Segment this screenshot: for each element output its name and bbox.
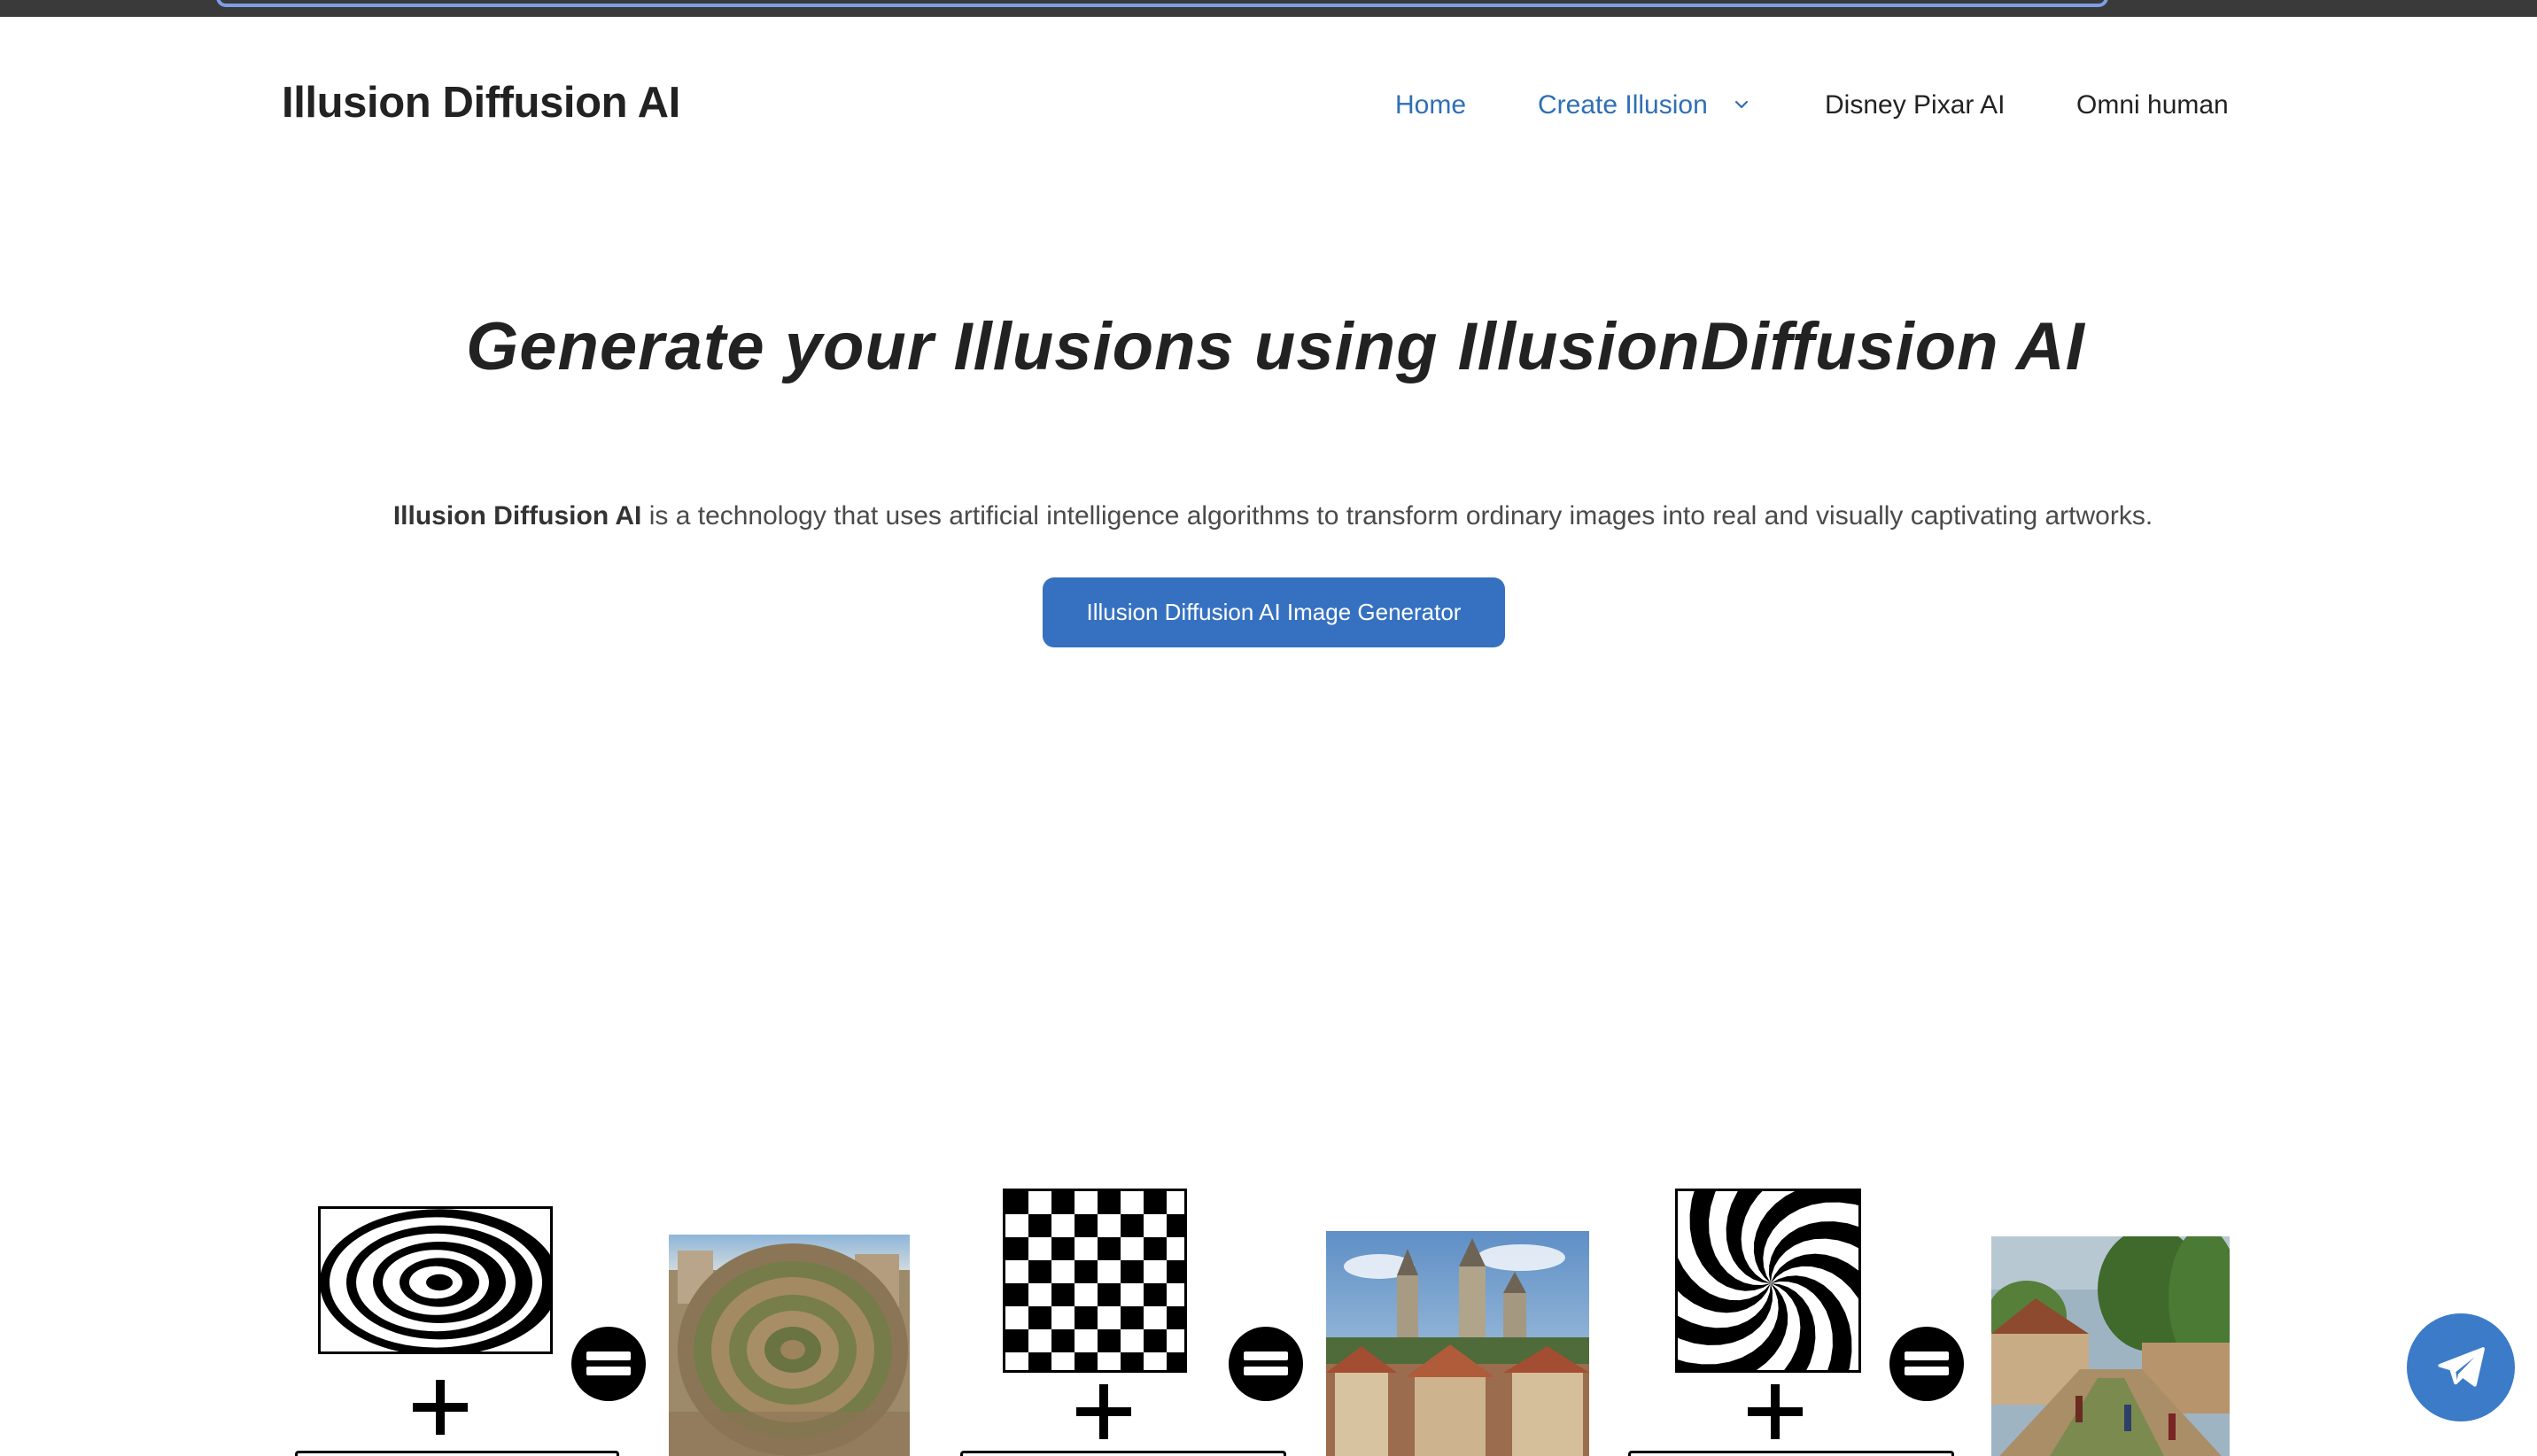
prompt-input[interactable] bbox=[1628, 1451, 1954, 1456]
spiral-pattern-image bbox=[318, 1206, 553, 1354]
prompt-input[interactable] bbox=[295, 1451, 619, 1456]
plus-icon bbox=[1076, 1384, 1131, 1439]
image-generator-button[interactable]: Illusion Diffusion AI Image Generator bbox=[1043, 577, 1505, 647]
plus-icon bbox=[413, 1380, 468, 1435]
castle-town-artwork bbox=[1326, 1231, 1589, 1456]
main-nav: Home Create Illusion Disney Pixar AI Omn… bbox=[0, 90, 2537, 126]
intro-text: Illusion Diffusion AI is a technology th… bbox=[0, 501, 2537, 531]
nav-disney-pixar-ai[interactable]: Disney Pixar AI bbox=[1825, 90, 2005, 120]
page-title: Generate your Illusions using IllusionDi… bbox=[466, 309, 2085, 384]
equals-icon bbox=[571, 1327, 646, 1401]
telegram-icon bbox=[2438, 1347, 2485, 1387]
plus-icon bbox=[1748, 1384, 1803, 1439]
nav-omni-human[interactable]: Omni human bbox=[2076, 90, 2229, 120]
nav-create-illusion[interactable]: Create Illusion bbox=[1538, 90, 1749, 120]
spiral-village-artwork bbox=[669, 1235, 910, 1456]
nav-home[interactable]: Home bbox=[1395, 90, 1466, 120]
equals-icon bbox=[1889, 1327, 1964, 1401]
village-street-artwork bbox=[1991, 1236, 2230, 1456]
top-search-pill[interactable] bbox=[216, 0, 2108, 7]
checkerboard-pattern-image bbox=[1003, 1189, 1187, 1373]
chevron-down-icon[interactable] bbox=[1731, 94, 1752, 115]
prompt-input[interactable] bbox=[960, 1451, 1286, 1456]
equals-icon bbox=[1229, 1327, 1303, 1401]
intro-description: is a technology that uses artificial int… bbox=[641, 501, 2153, 531]
top-bar bbox=[0, 0, 2537, 17]
nav-create-illusion-label: Create Illusion bbox=[1538, 90, 1708, 120]
intro-brand: Illusion Diffusion AI bbox=[392, 501, 642, 531]
telegram-chat-button[interactable] bbox=[2407, 1313, 2515, 1421]
swirl-pattern-image bbox=[1675, 1189, 1861, 1373]
